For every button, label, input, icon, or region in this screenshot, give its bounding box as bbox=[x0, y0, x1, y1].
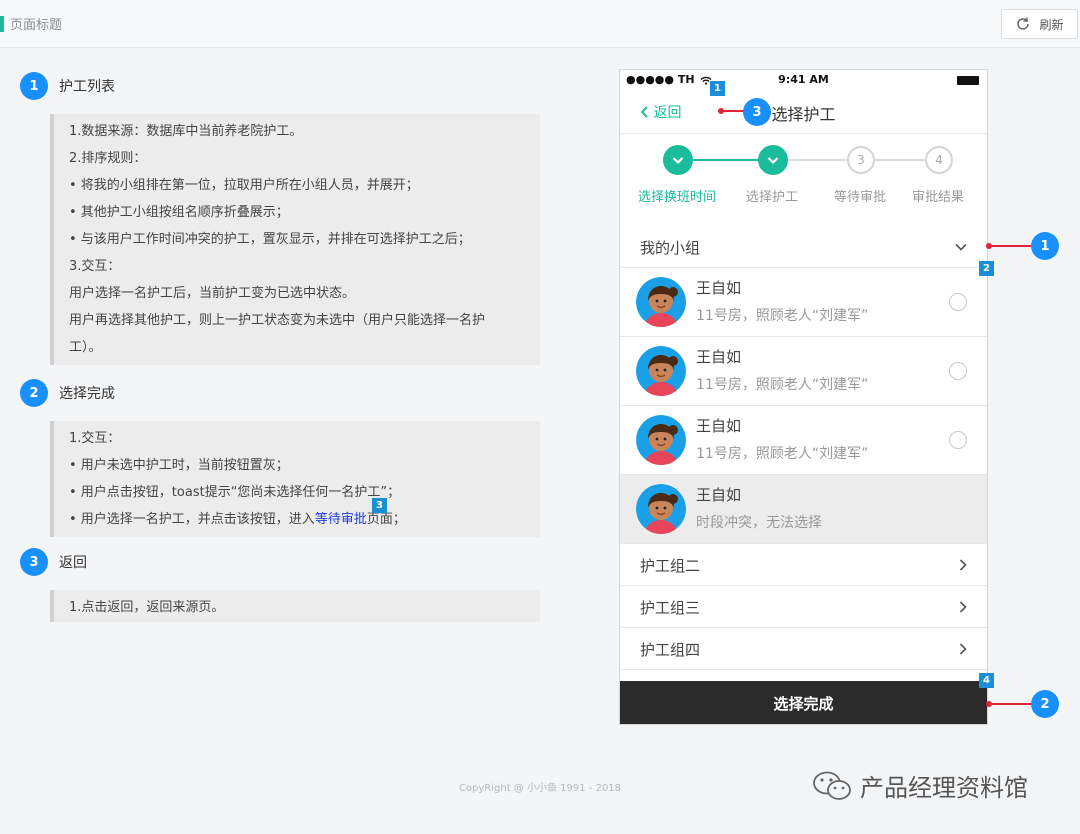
note-line: 3.交互： bbox=[69, 259, 121, 274]
section-3-notes: 1.点击返回，返回来源页。 bbox=[50, 590, 540, 622]
nurse-name: 王自如 bbox=[696, 486, 742, 504]
select-radio[interactable] bbox=[949, 362, 967, 380]
note-line: 1.点击返回，返回来源页。 bbox=[69, 600, 225, 615]
callout-badge-2: 2 bbox=[1031, 690, 1059, 718]
chevron-right-icon bbox=[959, 559, 967, 571]
nurse-conflict-note: 时段冲突，无法选择 bbox=[696, 515, 822, 531]
step-connector bbox=[786, 159, 850, 161]
group-name: 护工组二 bbox=[640, 557, 701, 575]
note-line: 1.交互： bbox=[69, 431, 121, 446]
nurse-item[interactable]: 王自如 11号房，照顾老人“刘建军” bbox=[620, 268, 987, 337]
section-2-badge: 2 bbox=[20, 379, 48, 407]
progress-steps: 3 4 选择换班时间 选择护工 等待审批 审批结果 bbox=[620, 135, 987, 227]
wechat-icon bbox=[813, 771, 851, 800]
section-1-title: 护工列表 bbox=[59, 79, 115, 95]
watermark-text: 产品经理资料馆 bbox=[860, 774, 1028, 802]
section-1-header: 1 护工列表 bbox=[20, 72, 115, 100]
refresh-icon bbox=[1017, 17, 1030, 30]
note-line: • 与该用户工作时间冲突的护工，置灰显示，并排在可选择护工之后； bbox=[69, 232, 471, 247]
nurse-item[interactable]: 王自如 11号房，照顾老人“刘建军” bbox=[620, 337, 987, 406]
select-radio[interactable] bbox=[949, 431, 967, 449]
nurse-name: 王自如 bbox=[696, 279, 742, 297]
nav-bar: 返回 选择护工 bbox=[620, 90, 987, 134]
nurse-name: 王自如 bbox=[696, 348, 742, 366]
note-line: • 用户点击按钮，toast提示“您尚未选择任何一名护工”； bbox=[69, 485, 401, 500]
callout-line bbox=[989, 703, 1031, 705]
section-2-notes: 1.交互： • 用户未选中护工时，当前按钮置灰； • 用户点击按钮，toast提… bbox=[50, 421, 540, 537]
avatar bbox=[636, 415, 686, 465]
title-accent-bar bbox=[0, 16, 4, 32]
step-connector bbox=[874, 159, 928, 161]
group-name: 护工组四 bbox=[640, 641, 701, 659]
battery-icon bbox=[957, 76, 979, 85]
step-1-label: 选择换班时间 bbox=[637, 190, 716, 205]
watermark: 产品经理资料馆 bbox=[812, 768, 1028, 803]
section-1-badge: 1 bbox=[20, 72, 48, 100]
avatar bbox=[636, 346, 686, 396]
marker-badge-4: 4 bbox=[979, 673, 994, 688]
status-time: 9:41 AM bbox=[778, 73, 829, 86]
nurse-detail: 11号房，照顾老人“刘建军” bbox=[696, 446, 869, 462]
marker-badge-1: 1 bbox=[710, 81, 725, 96]
phone-mockup: ●●●●● TH 9:41 AM 返回 选择护工 3 4 选择换班时间 选择护工… bbox=[619, 69, 988, 725]
note-line: • 其他护工小组按组名顺序折叠展示； bbox=[69, 205, 289, 220]
step-3-dot: 3 bbox=[847, 146, 875, 174]
section-3-title: 返回 bbox=[59, 555, 87, 571]
avatar bbox=[636, 484, 686, 534]
refresh-button[interactable]: 刷新 bbox=[1001, 9, 1078, 39]
avatar bbox=[636, 277, 686, 327]
chevron-right-icon bbox=[959, 601, 967, 613]
note-line: • 将我的小组排在第一位，拉取用户所在小组人员，并展开； bbox=[69, 178, 419, 193]
note-line: 1.数据来源：数据库中当前养老院护工。 bbox=[69, 124, 303, 139]
note-line-text: • 用户选择一名护工，并点击该按钮，进入 bbox=[69, 512, 315, 527]
callout-line bbox=[721, 110, 745, 112]
callout-badge-3: 3 bbox=[743, 98, 771, 126]
group-name: 我的小组 bbox=[640, 239, 701, 257]
note-line: 工）。 bbox=[69, 340, 102, 355]
callout-badge-1: 1 bbox=[1031, 232, 1059, 260]
note-line: • 用户选择一名护工，并点击该按钮，进入等待审批页面； bbox=[69, 506, 526, 533]
chevron-down-icon bbox=[955, 243, 967, 251]
link-marker-badge: 3 bbox=[372, 498, 387, 513]
section-2-title: 选择完成 bbox=[59, 386, 115, 402]
note-line: 用户再选择其他护工，则上一护工状态变为未选中（用户只能选择一名护 bbox=[69, 313, 486, 328]
note-line: 用户选择一名护工后，当前护工变为已选中状态。 bbox=[69, 286, 356, 301]
chevron-right-icon bbox=[959, 643, 967, 655]
callout-line bbox=[989, 245, 1031, 247]
select-radio[interactable] bbox=[949, 293, 967, 311]
pending-approval-link[interactable]: 等待审批 bbox=[315, 512, 367, 527]
group-name: 护工组三 bbox=[640, 599, 701, 617]
step-4-dot: 4 bbox=[925, 146, 953, 174]
group-my-group[interactable]: 我的小组 bbox=[620, 226, 987, 268]
nurse-item-disabled: 王自如 时段冲突，无法选择 bbox=[620, 475, 987, 544]
step-1-check-icon bbox=[663, 145, 693, 175]
section-3-badge: 3 bbox=[20, 548, 48, 576]
status-bar: ●●●●● TH 9:41 AM bbox=[620, 70, 987, 90]
note-line: • 用户未选中护工时，当前按钮置灰； bbox=[69, 458, 289, 473]
step-2-check-icon bbox=[758, 145, 788, 175]
marker-badge-2: 2 bbox=[979, 261, 994, 276]
nurse-item[interactable]: 王自如 11号房，照顾老人“刘建军” bbox=[620, 406, 987, 475]
nurse-detail: 11号房，照顾老人“刘建军” bbox=[696, 308, 869, 324]
step-4-label: 审批结果 bbox=[911, 190, 964, 205]
step-2-label: 选择护工 bbox=[745, 190, 798, 205]
group-row[interactable]: 护工组二 bbox=[620, 544, 987, 586]
section-1-notes: 1.数据来源：数据库中当前养老院护工。 2.排序规则： • 将我的小组排在第一位… bbox=[50, 114, 540, 365]
note-line: 2.排序规则： bbox=[69, 151, 147, 166]
section-2-header: 2 选择完成 bbox=[20, 379, 115, 407]
section-3-header: 3 返回 bbox=[20, 548, 87, 576]
select-done-button[interactable]: 选择完成 bbox=[620, 681, 987, 724]
page-title: 页面标题 bbox=[10, 18, 63, 33]
nav-title: 选择护工 bbox=[771, 105, 836, 124]
nurse-name: 王自如 bbox=[696, 417, 742, 435]
refresh-label: 刷新 bbox=[1039, 17, 1064, 32]
nurse-detail: 11号房，照顾老人“刘建军” bbox=[696, 377, 869, 393]
note-line-suffix: 页面； bbox=[366, 512, 406, 527]
top-bar: 页面标题 刷新 bbox=[0, 0, 1080, 48]
group-row[interactable]: 护工组三 bbox=[620, 586, 987, 628]
group-row[interactable]: 护工组四 bbox=[620, 628, 987, 670]
